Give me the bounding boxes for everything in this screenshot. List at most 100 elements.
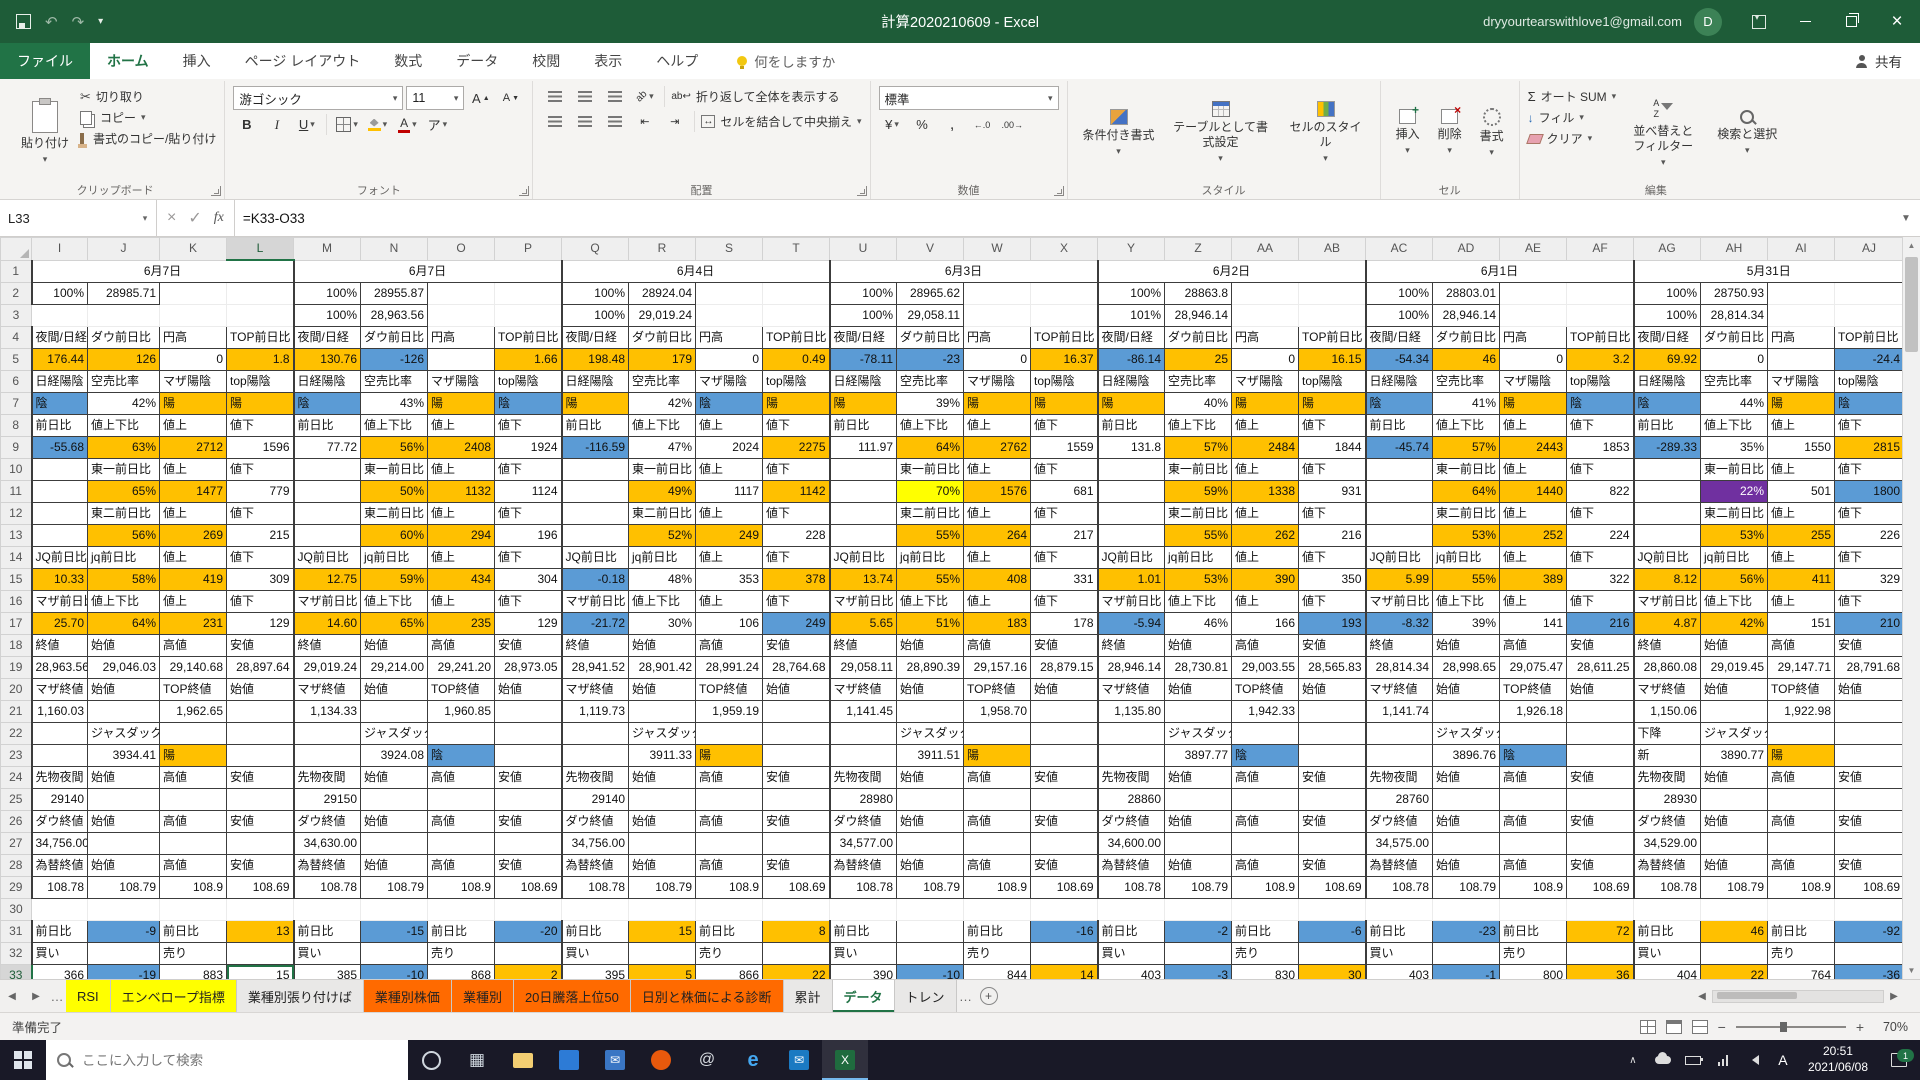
cell-I11[interactable] (32, 481, 88, 503)
cell-AA21[interactable]: 1,942.33 (1232, 701, 1299, 723)
cell-Z20[interactable]: 始値 (1165, 679, 1232, 701)
cell-AB2[interactable] (1299, 283, 1366, 305)
cell-U6[interactable]: 日経陽陰 (830, 371, 897, 393)
cell-O18[interactable]: 高値 (428, 635, 495, 657)
cell-AI31[interactable]: 前日比 (1768, 921, 1835, 943)
cell-J33[interactable]: -19 (88, 965, 160, 980)
cell-S29[interactable]: 108.9 (696, 877, 763, 899)
cell-U29[interactable]: 108.78 (830, 877, 897, 899)
cell-AA11[interactable]: 1338 (1232, 481, 1299, 503)
cell-J2[interactable]: 28985.71 (88, 283, 160, 305)
cell-V26[interactable]: 始値 (897, 811, 964, 833)
scroll-right-icon[interactable]: ▶ (1886, 991, 1902, 1002)
cell-R26[interactable]: 始値 (629, 811, 696, 833)
cell-AC26[interactable]: ダウ終値 (1366, 811, 1433, 833)
cell-I26[interactable]: ダウ終値 (32, 811, 88, 833)
cell-AI24[interactable]: 高値 (1768, 767, 1835, 789)
cell-AI29[interactable]: 108.9 (1768, 877, 1835, 899)
cell-V13[interactable]: 55% (897, 525, 964, 547)
cell-I30[interactable] (32, 899, 88, 921)
cell-AD8[interactable]: 値上下比 (1433, 415, 1500, 437)
cell-AA25[interactable] (1232, 789, 1299, 811)
cell-S32[interactable]: 売り (696, 943, 763, 965)
cell-U27[interactable]: 34,577.00 (830, 833, 897, 855)
cell-V12[interactable]: 東二前日比 (897, 503, 964, 525)
cell-Y26[interactable]: ダウ終値 (1098, 811, 1165, 833)
cell-AJ21[interactable] (1835, 701, 1904, 723)
cell-W20[interactable]: TOP終値 (964, 679, 1031, 701)
cell-AC23[interactable] (1366, 745, 1433, 767)
cell-AA33[interactable]: 830 (1232, 965, 1299, 980)
cell-AG19[interactable]: 28,860.08 (1634, 657, 1701, 679)
cell-AE29[interactable]: 108.9 (1500, 877, 1567, 899)
cell-T23[interactable] (763, 745, 830, 767)
cell-T30[interactable] (763, 899, 830, 921)
cell-I16[interactable]: マザ前日比 (32, 591, 88, 613)
cell-N17[interactable]: 65% (361, 613, 428, 635)
find-select-button[interactable]: 検索と選択 ▾ (1710, 84, 1784, 182)
cell-I3[interactable] (32, 305, 88, 327)
cell-N10[interactable]: 東一前日比 (361, 459, 428, 481)
cell-AB19[interactable]: 28,565.83 (1299, 657, 1366, 679)
cell-K18[interactable]: 高値 (160, 635, 227, 657)
cell-Q24[interactable]: 先物夜間 (562, 767, 629, 789)
cell-X3[interactable] (1031, 305, 1098, 327)
row-header-3[interactable]: 3 (1, 305, 32, 327)
cell-AF13[interactable]: 224 (1567, 525, 1634, 547)
ribbon-tab-file[interactable]: ファイル (0, 43, 90, 79)
column-header-Q[interactable]: Q (562, 238, 629, 261)
cell-Y13[interactable] (1098, 525, 1165, 547)
taskbar-search-input[interactable] (80, 1052, 397, 1069)
cell-AB6[interactable]: top陽陰 (1299, 371, 1366, 393)
cell-Y29[interactable]: 108.78 (1098, 877, 1165, 899)
cell-AD6[interactable]: 空売比率 (1433, 371, 1500, 393)
sheet-list-more-icon[interactable]: … (957, 980, 975, 1012)
start-button[interactable] (0, 1040, 46, 1080)
cell-AD26[interactable]: 始値 (1433, 811, 1500, 833)
scroll-left-icon[interactable]: ◀ (1694, 991, 1710, 1002)
cell-AI33[interactable]: 764 (1768, 965, 1835, 980)
cell-R15[interactable]: 48% (629, 569, 696, 591)
cell-P16[interactable]: 値下 (495, 591, 562, 613)
cell-AF26[interactable]: 安値 (1567, 811, 1634, 833)
decrease-decimal-button[interactable]: .00→ (999, 114, 1027, 135)
row-header-19[interactable]: 19 (1, 657, 32, 679)
cell-styles-button[interactable]: セルのスタイル ▾ (1280, 84, 1372, 182)
cell-T10[interactable]: 値下 (763, 459, 830, 481)
row-header-31[interactable]: 31 (1, 921, 32, 943)
cell-AI11[interactable]: 501 (1768, 481, 1835, 503)
cell-U15[interactable]: 13.74 (830, 569, 897, 591)
cell-O11[interactable]: 1132 (428, 481, 495, 503)
cell-AE31[interactable]: 前日比 (1500, 921, 1567, 943)
cell-S24[interactable]: 高値 (696, 767, 763, 789)
cell-U31[interactable]: 前日比 (830, 921, 897, 943)
at-mark-icon[interactable]: @ (684, 1040, 730, 1080)
cell-U17[interactable]: 5.65 (830, 613, 897, 635)
cell-P4[interactable]: TOP前日比 (495, 327, 562, 349)
cell-AH7[interactable]: 44% (1701, 393, 1768, 415)
cell-AA32[interactable]: 売り (1232, 943, 1299, 965)
cell-Y18[interactable]: 終値 (1098, 635, 1165, 657)
cell-J15[interactable]: 58% (88, 569, 160, 591)
cell-M14[interactable]: JQ前日比 (294, 547, 361, 569)
cell-AA28[interactable]: 高値 (1232, 855, 1299, 877)
cell-Q17[interactable]: -21.72 (562, 613, 629, 635)
cell-Q13[interactable] (562, 525, 629, 547)
cell-AI10[interactable]: 値上 (1768, 459, 1835, 481)
share-button[interactable]: 共有 (1855, 43, 1902, 79)
cell-U18[interactable]: 終値 (830, 635, 897, 657)
cell-Z17[interactable]: 46% (1165, 613, 1232, 635)
zoom-slider-thumb[interactable] (1780, 1022, 1787, 1032)
cell-AE17[interactable]: 141 (1500, 613, 1567, 635)
cell-Y10[interactable] (1098, 459, 1165, 481)
cell-I28[interactable]: 為替終値 (32, 855, 88, 877)
conditional-formatting-button[interactable]: 条件付き書式 ▾ (1076, 84, 1162, 182)
sheet-tab-RSI[interactable]: RSI (66, 980, 111, 1012)
cell-AH26[interactable]: 始値 (1701, 811, 1768, 833)
cell-U9[interactable]: 111.97 (830, 437, 897, 459)
cell-AE33[interactable]: 800 (1500, 965, 1567, 980)
customize-toolbar-icon[interactable]: ▾ (98, 16, 103, 27)
cell-I10[interactable] (32, 459, 88, 481)
cell-Q19[interactable]: 28,941.52 (562, 657, 629, 679)
cell-AI3[interactable] (1768, 305, 1835, 327)
